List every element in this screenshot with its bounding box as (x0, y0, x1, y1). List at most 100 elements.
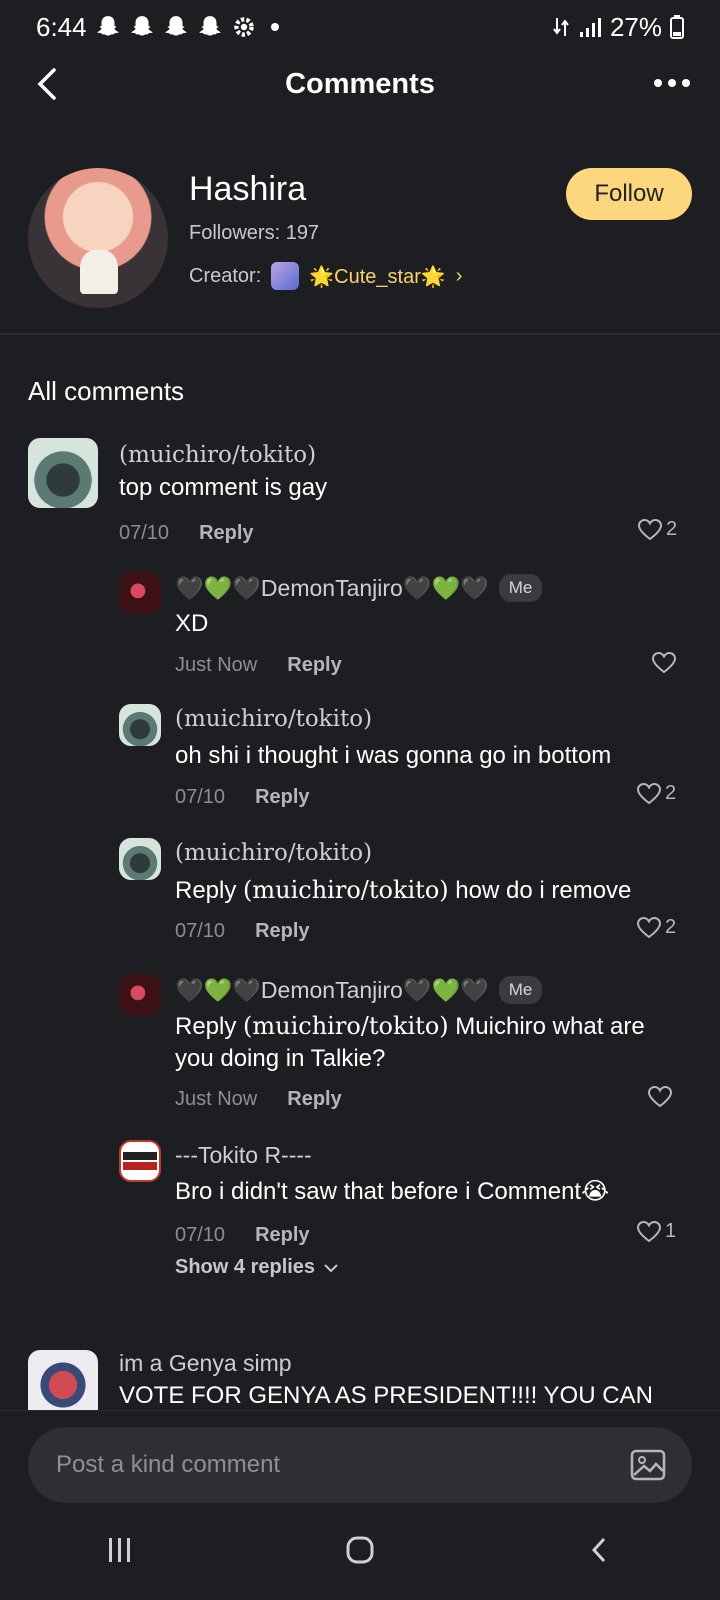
demon-slayer-logo-icon (123, 1152, 157, 1170)
comment-date: 07/10 (175, 1224, 226, 1246)
commenter-avatar[interactable] (28, 438, 98, 508)
commenter-name[interactable]: ---Tokito R---- (175, 1142, 312, 1169)
snapchat-icon (130, 16, 153, 36)
mention[interactable]: (muichiro/tokito) (243, 1012, 449, 1040)
comment: (muichiro/tokito) top comment is gay 07/… (28, 438, 692, 544)
commenter-name[interactable]: im a Genya simp (119, 1350, 292, 1377)
comment-date: Just Now (175, 654, 258, 676)
reply-button[interactable]: Reply (255, 1224, 309, 1247)
reply-button[interactable]: Reply (287, 654, 341, 677)
comment-date: 07/10 (175, 786, 226, 808)
like-button[interactable]: 1 (637, 1220, 676, 1243)
bot-avatar[interactable] (28, 168, 168, 308)
reply-comment: ---Tokito R---- Bro i didn't saw that be… (119, 1140, 692, 1250)
commenter-avatar[interactable] (28, 1350, 98, 1410)
comment-input[interactable]: Post a kind comment (28, 1427, 692, 1503)
reply-comment: (muichiro/tokito) oh shi i thought i was… (119, 704, 692, 814)
divider (0, 333, 720, 335)
reply-button[interactable]: Reply (255, 786, 309, 809)
section-title: All comments (28, 376, 185, 406)
commenter-name: 🖤💚🖤DemonTanjiro🖤💚🖤 (175, 574, 489, 601)
heart-icon (652, 652, 676, 674)
reply-comment: 🖤💚🖤DemonTanjiro🖤💚🖤 Me Reply (muichiro/to… (119, 974, 692, 1114)
reply-button[interactable]: Reply (287, 1088, 341, 1111)
bot-profile-card: Hashira Followers: 197 Creator: 🌟Cute_st… (0, 160, 720, 332)
followers-count: Followers: 197 (189, 222, 320, 244)
commenter-avatar[interactable] (119, 974, 161, 1016)
comment-input-placeholder: Post a kind comment (56, 1451, 281, 1478)
show-replies-button[interactable]: Show 4 replies (175, 1256, 339, 1279)
like-count: 1 (665, 1220, 677, 1242)
comment-meta: 07/10 Reply (175, 920, 310, 943)
bot-name: Hashira (189, 170, 307, 208)
comment-meta: Just Now Reply (175, 1088, 342, 1111)
comment-text: XD (175, 610, 209, 637)
back-arrow-icon[interactable] (28, 62, 72, 106)
signal-icon (579, 18, 601, 37)
status-bar: 6:44 27% (0, 0, 720, 54)
page-title: Comments (285, 67, 435, 100)
system-nav-bar (0, 1500, 720, 1600)
like-button[interactable] (652, 652, 676, 674)
heart-icon (637, 782, 661, 804)
creator-name[interactable]: 🌟Cute_star🌟 (309, 264, 446, 289)
commenter-name[interactable]: (muichiro/tokito) (175, 840, 372, 866)
commenter-avatar[interactable] (119, 572, 161, 614)
comment-text: top comment is gay (119, 474, 328, 501)
commenter-avatar[interactable] (119, 1140, 161, 1182)
like-count: 2 (665, 916, 677, 938)
commenter-avatar[interactable] (119, 838, 161, 880)
comment-text: Reply (muichiro/tokito) how do i remove (175, 876, 632, 904)
comment-meta: 07/10 Reply (119, 522, 254, 545)
like-button[interactable]: 2 (638, 518, 677, 541)
battery-percent: 27% (609, 11, 662, 42)
mention[interactable]: (muichiro/tokito) (243, 876, 449, 904)
like-button[interactable]: 2 (637, 782, 676, 805)
reply-comment: 🖤💚🖤DemonTanjiro🖤💚🖤 Me XD Just Now Reply (119, 572, 692, 682)
settings-icon (233, 17, 254, 37)
image-icon[interactable] (630, 1447, 666, 1483)
back-nav-icon[interactable] (585, 1535, 615, 1565)
follow-button[interactable]: Follow (566, 168, 692, 220)
comment-text: VOTE FOR GENYA AS PRESIDENT!!!! YOU CAN (119, 1382, 653, 1409)
commenter-name: 🖤💚🖤DemonTanjiro🖤💚🖤 (175, 976, 489, 1003)
comment-meta: 07/10 Reply (175, 1224, 310, 1247)
like-count: 2 (666, 518, 678, 540)
like-button[interactable]: 2 (637, 916, 676, 939)
comment-meta: Just Now Reply (175, 654, 342, 677)
chevron-right-icon: › (455, 264, 463, 287)
comment-text: Reply (muichiro/tokito) Muichiro what ar… (175, 1012, 645, 1072)
heart-icon (637, 916, 661, 938)
reply-button[interactable]: Reply (255, 920, 309, 943)
heart-icon (637, 1220, 661, 1242)
reply-comment: (muichiro/tokito) Reply (muichiro/tokito… (119, 838, 692, 948)
reply-button[interactable]: Reply (199, 522, 253, 545)
commenter-name[interactable]: (muichiro/tokito) (119, 442, 316, 468)
comment-date: Just Now (175, 1088, 258, 1110)
snapchat-icon (96, 16, 119, 36)
recent-apps-icon[interactable] (105, 1535, 135, 1565)
commenter-avatar[interactable] (119, 704, 161, 746)
header: Comments (0, 54, 720, 114)
creator-row[interactable]: Creator: 🌟Cute_star🌟 › (189, 262, 462, 290)
creator-avatar (271, 262, 300, 290)
comment-input-area: Post a kind comment (0, 1410, 720, 1600)
heart-icon (638, 518, 662, 540)
comment-meta: 07/10 Reply (175, 786, 310, 809)
status-right: 27% (552, 12, 684, 43)
show-replies-label: Show 4 replies (175, 1256, 316, 1278)
commenter-name[interactable]: (muichiro/tokito) (175, 706, 372, 732)
notification-dot (270, 23, 279, 31)
more-options-icon[interactable] (650, 68, 694, 98)
creator-label: Creator: (189, 264, 262, 287)
clock: 6:44 (36, 11, 87, 42)
commenter-name-row[interactable]: 🖤💚🖤DemonTanjiro🖤💚🖤 Me (175, 976, 543, 1004)
like-count: 2 (665, 782, 677, 804)
me-badge: Me (498, 976, 543, 1004)
like-button[interactable] (648, 1086, 672, 1108)
status-left: 6:44 (36, 12, 279, 43)
battery-icon (670, 15, 684, 39)
commenter-name-row[interactable]: 🖤💚🖤DemonTanjiro🖤💚🖤 Me (175, 574, 543, 602)
home-icon[interactable] (345, 1535, 375, 1565)
comment-date: 07/10 (175, 920, 226, 942)
